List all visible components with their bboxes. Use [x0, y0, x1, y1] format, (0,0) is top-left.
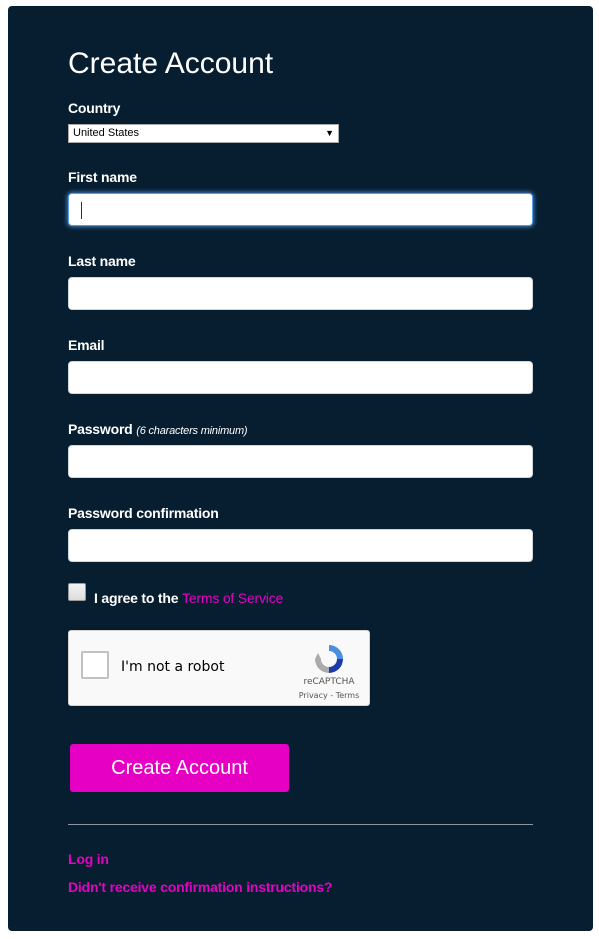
password-input[interactable]	[68, 445, 533, 478]
divider	[68, 824, 533, 825]
login-link[interactable]: Log in	[68, 851, 109, 867]
create-account-button[interactable]: Create Account	[70, 744, 289, 792]
resend-confirmation-link[interactable]: Didn't receive confirmation instructions…	[68, 879, 332, 895]
password-label-text: Password	[68, 421, 133, 437]
recaptcha-label: I'm not a robot	[121, 659, 225, 675]
country-label: Country	[68, 100, 121, 116]
country-selected-value: United States	[73, 127, 140, 139]
chevron-down-icon: ▼	[325, 128, 334, 138]
recaptcha-privacy-terms-links[interactable]: Privacy - Terms	[293, 691, 365, 700]
text-caret	[81, 202, 82, 219]
recaptcha-brand: reCAPTCHA	[303, 677, 355, 687]
email-input[interactable]	[68, 361, 533, 394]
page-title: Create Account	[68, 47, 274, 80]
recaptcha-widget: I'm not a robot reCAPTCHA Privacy - Term…	[68, 630, 370, 706]
first-name-input[interactable]	[68, 193, 533, 226]
create-account-panel: Create Account Country United States ▼ F…	[8, 6, 593, 931]
first-name-label: First name	[68, 169, 137, 185]
email-label: Email	[68, 337, 105, 353]
password-hint: (6 characters minimum)	[136, 425, 248, 437]
recaptcha-checkbox[interactable]	[81, 651, 109, 679]
recaptcha-logo-icon	[315, 645, 343, 673]
password-confirmation-label: Password confirmation	[68, 505, 219, 521]
terms-of-service-link[interactable]: Terms of Service	[182, 590, 283, 606]
terms-prefix: I agree to the	[94, 590, 179, 606]
last-name-label: Last name	[68, 253, 136, 269]
country-select[interactable]: United States ▼	[68, 124, 339, 143]
terms-label: I agree to the Terms of Service	[94, 590, 283, 606]
terms-checkbox[interactable]	[68, 583, 86, 601]
password-label: Password (6 characters minimum)	[68, 421, 248, 437]
password-confirmation-input[interactable]	[68, 529, 533, 562]
last-name-input[interactable]	[68, 277, 533, 310]
